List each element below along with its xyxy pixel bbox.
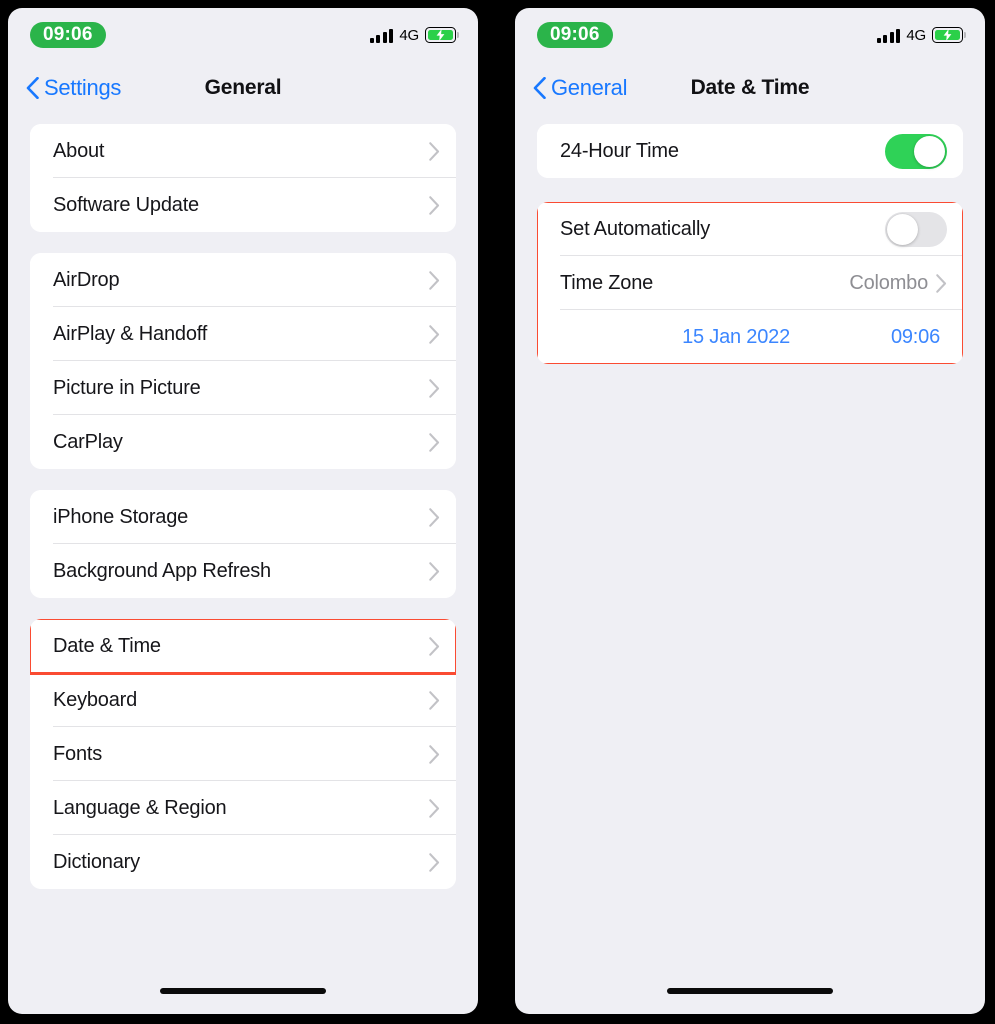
- status-bar-right: 09:06 4G: [515, 8, 985, 62]
- status-indicators: 4G: [369, 26, 459, 44]
- battery-charging-icon: [425, 27, 459, 43]
- chevron-right-icon: [429, 561, 440, 581]
- date-value-button[interactable]: 15 Jan 2022: [682, 326, 790, 349]
- signal-strength-icon: [876, 28, 901, 43]
- row-label: Keyboard: [53, 688, 138, 711]
- status-indicators: 4G: [876, 26, 966, 44]
- row-keyboard[interactable]: Keyboard: [30, 673, 456, 727]
- row-language-and-region[interactable]: Language & Region: [30, 781, 456, 835]
- row-label: CarPlay: [53, 430, 123, 453]
- row-label: Dictionary: [53, 850, 140, 873]
- chevron-right-icon: [429, 798, 440, 818]
- time-value-button[interactable]: 09:06: [852, 326, 940, 349]
- group-localization: Date & Time Keyboard Fonts Language & Re…: [30, 619, 456, 889]
- row-label: Set Automatically: [560, 217, 711, 240]
- chevron-right-icon: [429, 432, 440, 452]
- row-label: 24-Hour Time: [560, 139, 679, 162]
- back-button-label: Settings: [44, 75, 122, 100]
- row-label: Software Update: [53, 193, 199, 216]
- nav-bar-general: Settings General: [8, 62, 478, 114]
- row-time-zone[interactable]: Time Zone Colombo: [537, 256, 963, 310]
- row-airplay-handoff[interactable]: AirPlay & Handoff: [30, 307, 456, 361]
- row-label: AirDrop: [53, 268, 120, 291]
- row-fonts[interactable]: Fonts: [30, 727, 456, 781]
- lightning-bolt-icon: [436, 29, 445, 41]
- toggle-set-automatically[interactable]: [885, 211, 947, 247]
- row-label: Time Zone: [560, 271, 654, 294]
- status-time-pill: 09:06: [30, 22, 106, 48]
- phone-screen-date-time: 09:06 4G General Date & Time 24-Hour Tim…: [515, 8, 985, 1014]
- row-date-and-time[interactable]: Date & Time: [30, 619, 456, 673]
- home-indicator-area-right: [515, 968, 985, 1014]
- chevron-right-icon: [429, 690, 440, 710]
- home-indicator-area-left: [8, 968, 478, 1014]
- row-label: iPhone Storage: [53, 505, 189, 528]
- group-connectivity: AirDrop AirPlay & Handoff Picture in Pic…: [30, 253, 456, 469]
- network-type-label: 4G: [399, 26, 419, 44]
- time-zone-value: Colombo: [849, 271, 928, 294]
- chevron-right-icon: [429, 195, 440, 215]
- group-storage: iPhone Storage Background App Refresh: [30, 490, 456, 598]
- network-type-label: 4G: [906, 26, 926, 44]
- row-label: Language & Region: [53, 796, 227, 819]
- dual-phone-screenshot: 09:06 4G Settings General About Software…: [0, 0, 995, 1024]
- back-button-label: General: [551, 75, 628, 100]
- row-about[interactable]: About: [30, 124, 456, 178]
- toggle-24-hour-time[interactable]: [885, 133, 947, 169]
- status-bar-left: 09:06 4G: [8, 8, 478, 62]
- row-24-hour-time[interactable]: 24-Hour Time: [537, 124, 963, 178]
- chevron-right-icon: [429, 378, 440, 398]
- status-time-pill: 09:06: [537, 22, 613, 48]
- row-set-automatically[interactable]: Set Automatically: [537, 202, 963, 256]
- back-button-general[interactable]: General: [533, 75, 627, 101]
- settings-list-date-time: 24-Hour Time Set Automatically Time Zone…: [515, 114, 985, 968]
- row-software-update[interactable]: Software Update: [30, 178, 456, 232]
- row-label: Date & Time: [53, 634, 161, 657]
- signal-strength-icon: [369, 28, 394, 43]
- home-indicator[interactable]: [160, 988, 326, 994]
- row-label: AirPlay & Handoff: [53, 322, 208, 345]
- chevron-right-icon: [429, 852, 440, 872]
- row-date-time-picker: 15 Jan 2022 09:06: [537, 310, 963, 364]
- chevron-left-icon: [26, 77, 39, 99]
- row-label: Picture in Picture: [53, 376, 201, 399]
- row-background-app-refresh[interactable]: Background App Refresh: [30, 544, 456, 598]
- lightning-bolt-icon: [943, 29, 952, 41]
- chevron-right-icon: [429, 744, 440, 764]
- chevron-right-icon: [936, 273, 947, 293]
- chevron-right-icon: [429, 270, 440, 290]
- chevron-left-icon: [533, 77, 546, 99]
- group-about: About Software Update: [30, 124, 456, 232]
- home-indicator[interactable]: [667, 988, 833, 994]
- nav-bar-date-time: General Date & Time: [515, 62, 985, 114]
- chevron-right-icon: [429, 324, 440, 344]
- row-airdrop[interactable]: AirDrop: [30, 253, 456, 307]
- row-carplay[interactable]: CarPlay: [30, 415, 456, 469]
- row-label: Background App Refresh: [53, 559, 271, 582]
- battery-charging-icon: [932, 27, 966, 43]
- row-label: About: [53, 139, 105, 162]
- back-button-settings[interactable]: Settings: [26, 75, 121, 101]
- phone-screen-general: 09:06 4G Settings General About Software…: [8, 8, 478, 1014]
- settings-list-general: About Software Update AirDrop AirPlay & …: [8, 114, 478, 968]
- row-label: Fonts: [53, 742, 103, 765]
- row-dictionary[interactable]: Dictionary: [30, 835, 456, 889]
- chevron-right-icon: [429, 636, 440, 656]
- group-automatic: Set Automatically Time Zone Colombo 15 J…: [537, 202, 963, 364]
- chevron-right-icon: [429, 507, 440, 527]
- row-picture-in-picture[interactable]: Picture in Picture: [30, 361, 456, 415]
- row-iphone-storage[interactable]: iPhone Storage: [30, 490, 456, 544]
- group-hour-format: 24-Hour Time: [537, 124, 963, 178]
- chevron-right-icon: [429, 141, 440, 161]
